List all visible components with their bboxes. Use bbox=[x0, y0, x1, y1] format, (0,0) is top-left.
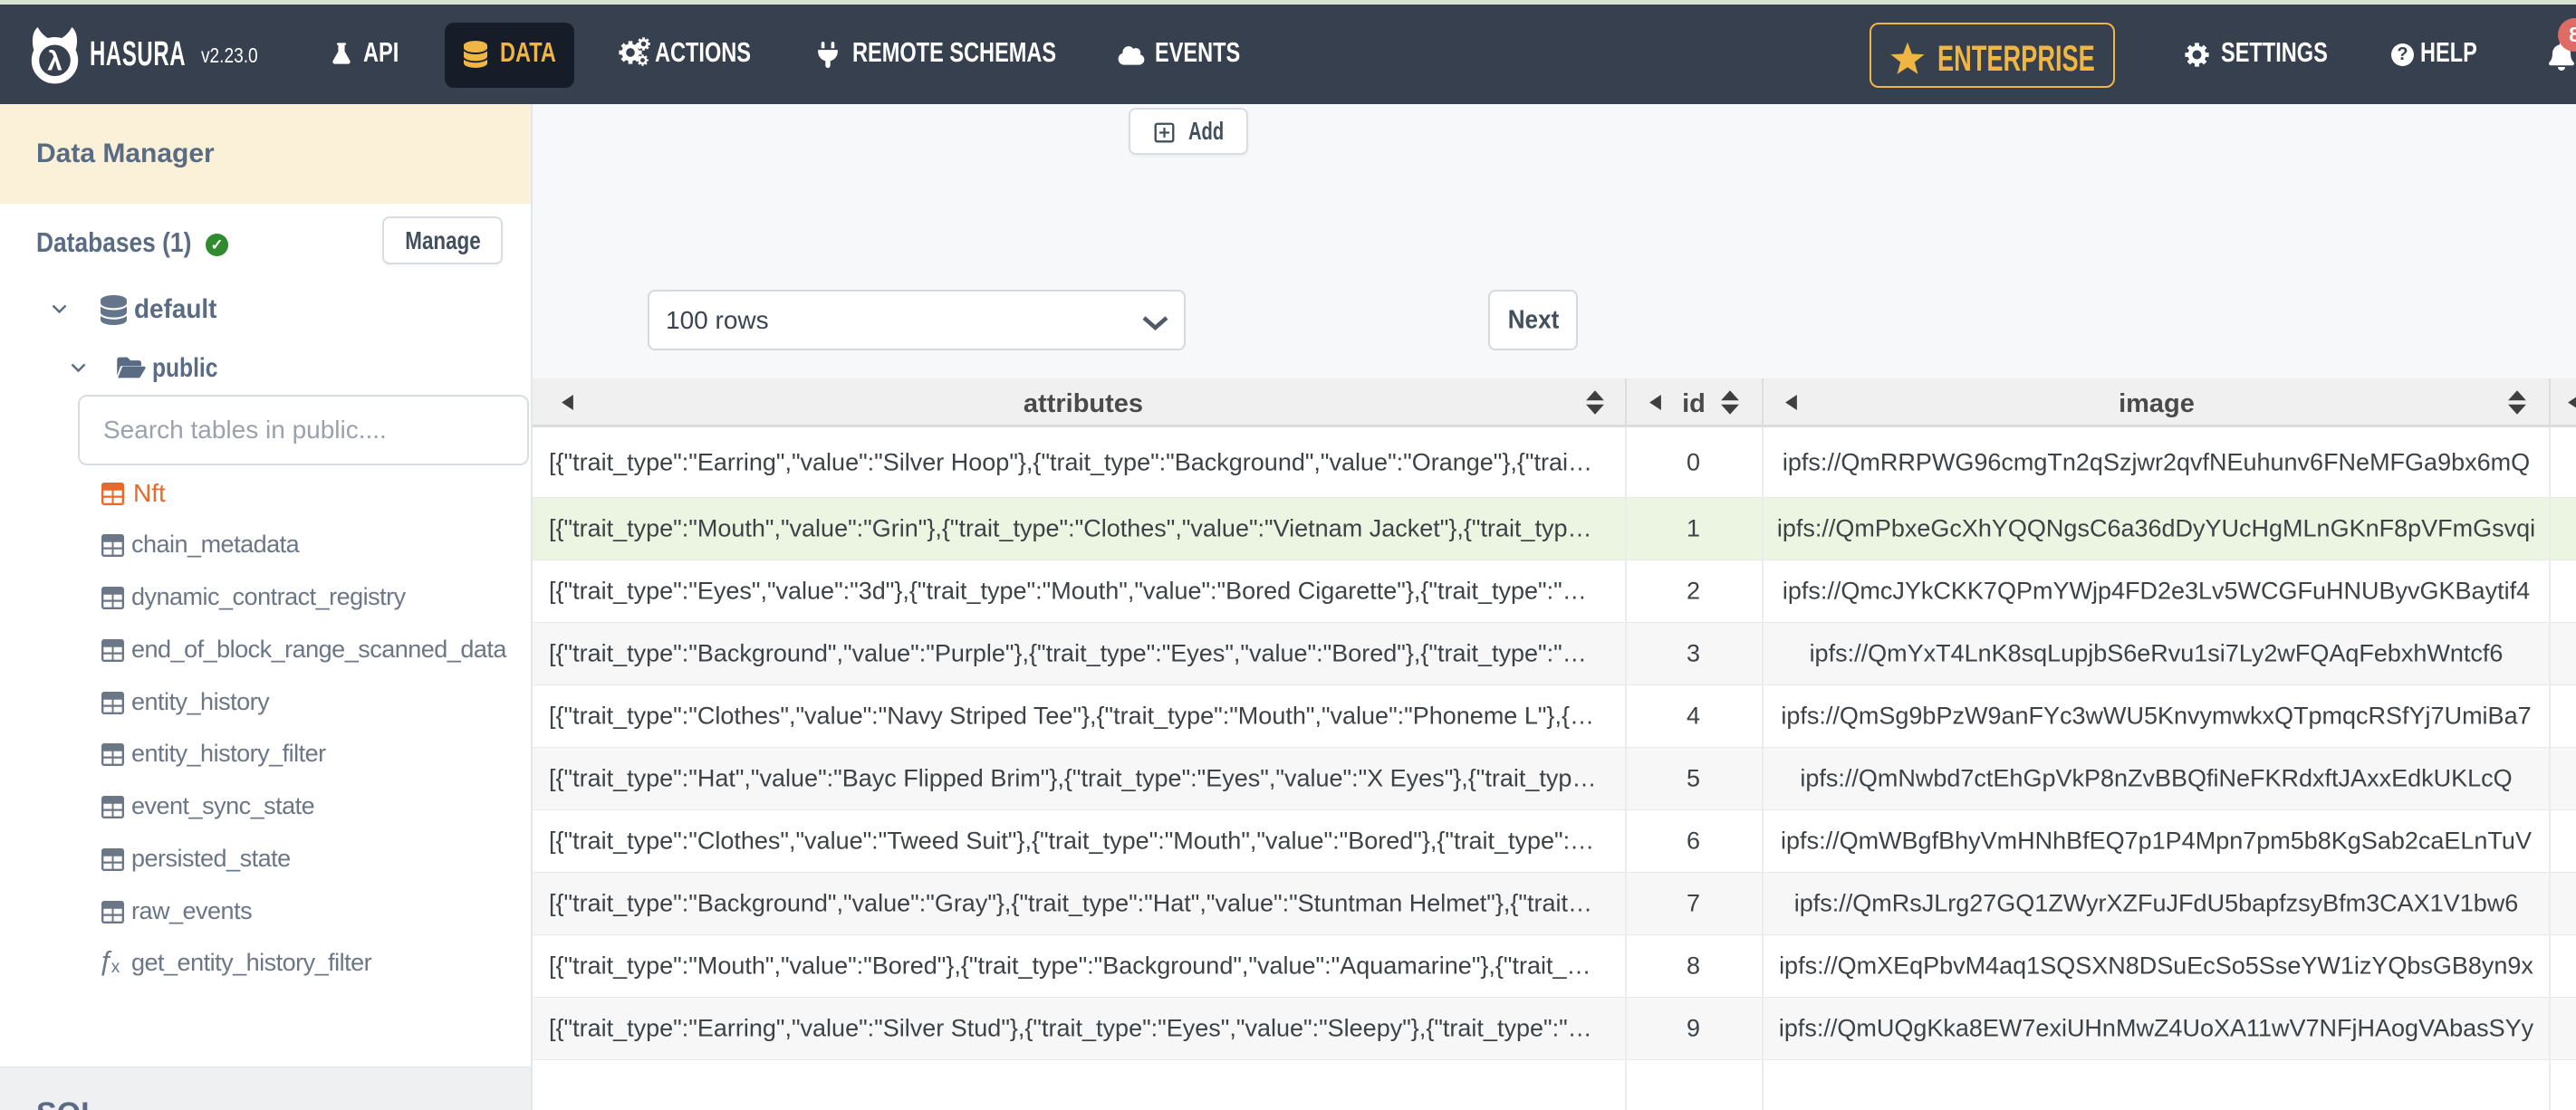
svg-text:λ: λ bbox=[47, 47, 62, 77]
